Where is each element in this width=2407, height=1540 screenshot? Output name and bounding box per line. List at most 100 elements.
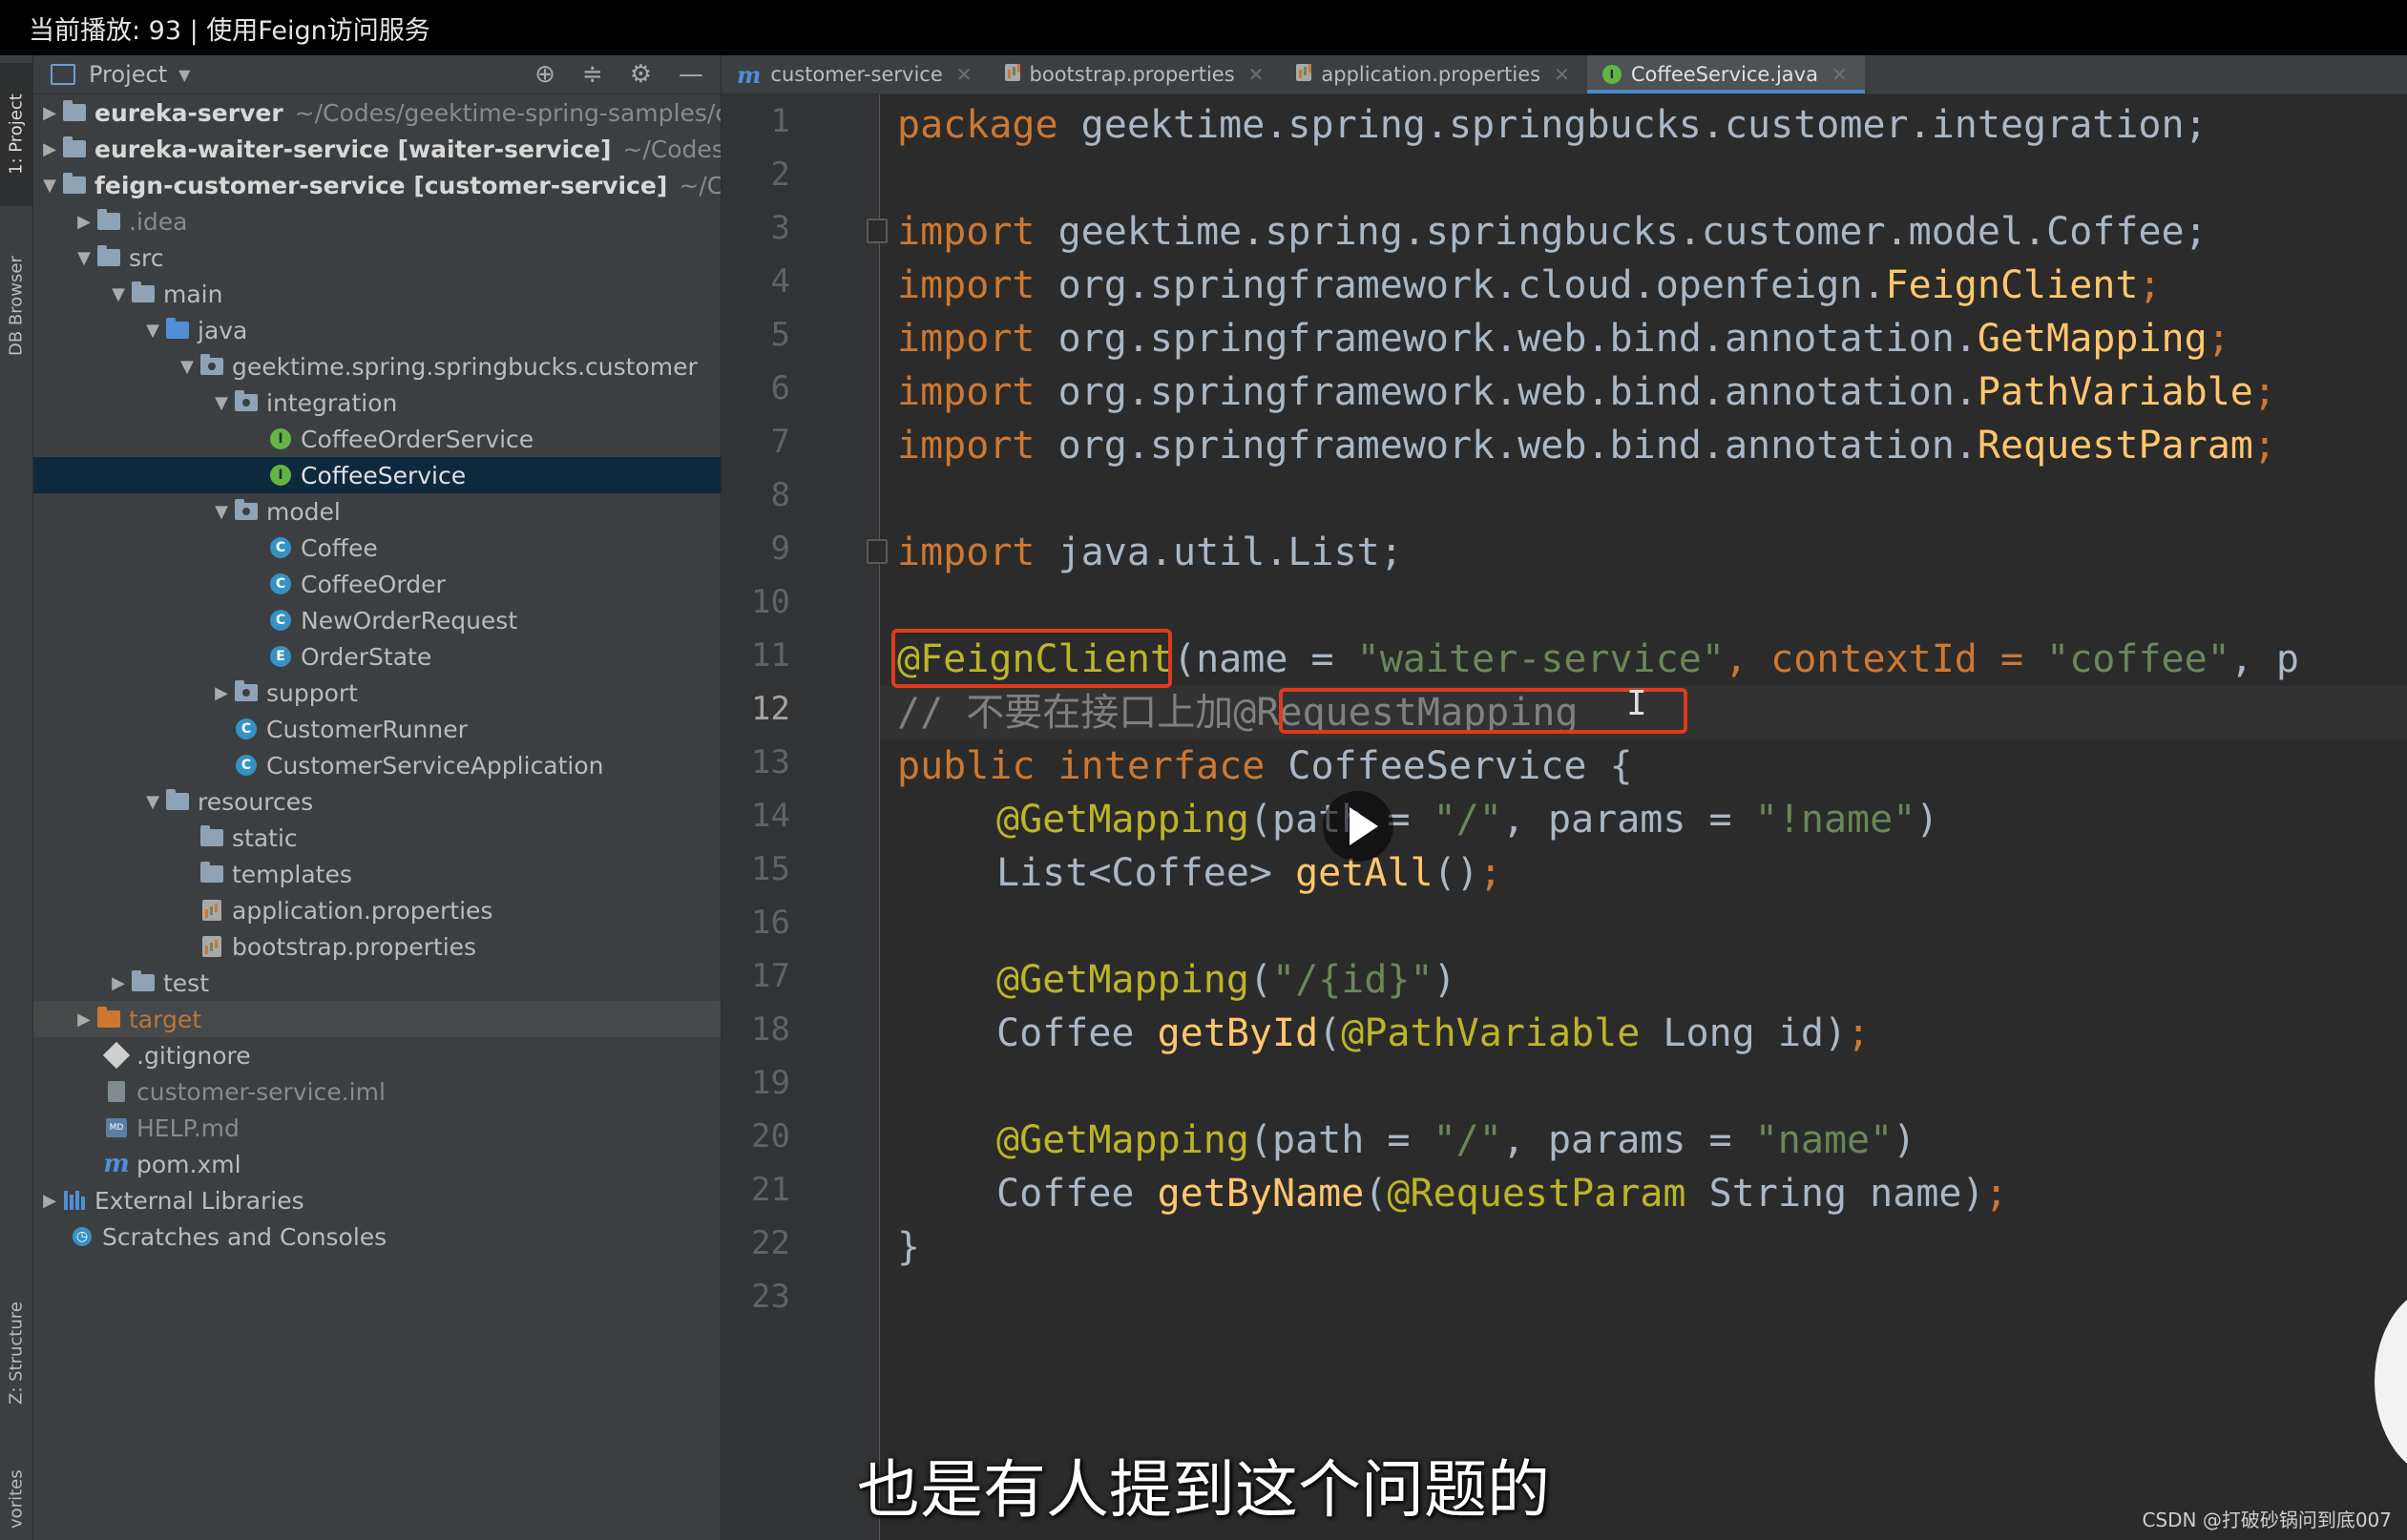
gear-icon[interactable]: ⚙ — [630, 60, 652, 89]
tree-item-label: src — [129, 243, 164, 272]
spring-class-icon: C — [234, 755, 259, 776]
maven-icon: m — [103, 1150, 130, 1178]
tree-item-label: OrderState — [301, 642, 432, 671]
expand-arrow-icon[interactable]: ▶ — [37, 103, 62, 123]
tree-item-integration[interactable]: ▼ integration — [33, 385, 721, 421]
excluded-folder-icon — [96, 1007, 121, 1030]
tree-item-customerrunner[interactable]: C CustomerRunner — [33, 711, 721, 747]
tab-customer-service[interactable]: m customer-service ✕ — [722, 55, 990, 94]
project-tool-tab-label: 1: Project — [6, 94, 27, 176]
libraries-icon — [62, 1190, 87, 1211]
structure-tool-tab[interactable]: Z: Structure — [0, 1267, 32, 1439]
tree-item-support[interactable]: ▶ support — [33, 675, 721, 711]
project-panel-title[interactable]: Project — [89, 61, 167, 88]
expand-arrow-icon[interactable]: ▶ — [209, 683, 234, 703]
tree-item-coffeeservice[interactable]: I CoffeeService — [33, 457, 721, 493]
tree-item-label: NewOrderRequest — [301, 606, 518, 635]
tree-item-test[interactable]: ▶ test — [33, 965, 721, 1001]
tree-item-eureka-server[interactable]: ▶ eureka-server ~/Codes/geektime-spring-… — [33, 94, 721, 131]
tree-item-label: CoffeeService — [301, 461, 467, 489]
tree-item-idea[interactable]: ▶ .idea — [33, 203, 721, 239]
tree-item-orderstate[interactable]: E OrderState — [33, 638, 721, 675]
code-line-18: Coffee getById(@PathVariable Long id); — [996, 1011, 1871, 1055]
code-editor[interactable]: 1 2 3 4 5 6 7 8 9 10 11 12 13 14 15 16 1… — [722, 94, 2407, 1540]
tree-item-gitignore[interactable]: .gitignore — [33, 1037, 721, 1073]
close-icon[interactable]: ✕ — [1248, 63, 1265, 86]
tree-item-main[interactable]: ▼ main — [33, 276, 721, 312]
highlight-box-feignclient — [891, 629, 1172, 688]
line-number: 18 — [751, 1010, 790, 1049]
structure-tool-tab-label: Z: Structure — [6, 1301, 27, 1405]
tree-item-src[interactable]: ▼ src — [33, 239, 721, 276]
tree-item-label: target — [129, 1005, 202, 1033]
line-number: 1 — [770, 102, 790, 140]
collapse-arrow-icon[interactable]: ▼ — [209, 502, 234, 522]
collapse-arrow-icon[interactable]: ▼ — [209, 393, 234, 413]
tab-coffeeservice-java[interactable]: I CoffeeService.java ✕ — [1586, 55, 1865, 94]
tree-item-scratches[interactable]: ◷ Scratches and Consoles — [33, 1218, 721, 1255]
collapse-arrow-icon[interactable]: ▼ — [106, 284, 131, 304]
expand-arrow-icon[interactable]: ▶ — [106, 973, 131, 993]
close-icon[interactable]: ✕ — [1554, 63, 1570, 86]
collapse-arrow-icon[interactable]: ▼ — [72, 248, 96, 268]
collapse-arrow-icon[interactable]: ▼ — [140, 321, 165, 341]
tree-item-label: application.properties — [232, 896, 493, 925]
left-tool-strip: 1: Project DB Browser Z: Structure vorit… — [0, 55, 33, 1540]
tree-item-label: java — [198, 316, 248, 344]
tree-item-label: model — [266, 497, 341, 526]
tree-item-application-properties[interactable]: application.properties — [33, 892, 721, 928]
text-cursor-icon: I — [1626, 684, 1647, 723]
tree-item-help-md[interactable]: MD HELP.md — [33, 1110, 721, 1146]
db-browser-tool-tab[interactable]: DB Browser — [0, 225, 32, 387]
code-line-15: List<Coffee> getAll(); — [996, 851, 1502, 895]
video-subtitle: 也是有人提到这个问题的 — [857, 1453, 1550, 1527]
tree-item-templates[interactable]: templates — [33, 856, 721, 892]
tree-item-resources[interactable]: ▼ resources — [33, 783, 721, 820]
tree-item-coffee[interactable]: C Coffee — [33, 530, 721, 566]
folder-icon — [96, 209, 121, 232]
fold-marker-icon[interactable] — [867, 219, 888, 243]
project-tool-tab[interactable]: 1: Project — [0, 63, 32, 206]
close-icon[interactable]: ✕ — [956, 63, 973, 86]
expand-arrow-icon[interactable]: ▶ — [72, 1009, 96, 1030]
expand-arrow-icon[interactable]: ▶ — [37, 139, 62, 159]
fold-marker-icon[interactable] — [867, 539, 888, 564]
tree-item-bootstrap-properties[interactable]: bootstrap.properties — [33, 928, 721, 965]
class-icon: C — [268, 573, 293, 594]
tree-item-target[interactable]: ▶ target — [33, 1001, 721, 1037]
collapse-arrow-icon[interactable]: ▼ — [175, 357, 199, 377]
tree-item-customerserviceapplication[interactable]: C CustomerServiceApplication — [33, 747, 721, 783]
tree-item-external-libraries[interactable]: ▶ External Libraries — [33, 1182, 721, 1218]
tree-item-label: CoffeeOrderService — [301, 425, 534, 453]
tree-item-eureka-waiter-service[interactable]: ▶ eureka-waiter-service [waiter-service]… — [33, 131, 721, 167]
collapse-all-icon[interactable]: ≑ — [582, 60, 603, 89]
tree-item-label: static — [232, 823, 298, 852]
video-play-button[interactable] — [1323, 791, 1393, 862]
expand-arrow-icon[interactable]: ▶ — [72, 212, 96, 232]
tree-item-iml[interactable]: customer-service.iml — [33, 1073, 721, 1110]
tab-application-properties[interactable]: application.properties ✕ — [1281, 55, 1586, 94]
expand-arrow-icon[interactable]: ▶ — [37, 1191, 62, 1211]
iml-file-icon — [104, 1081, 129, 1102]
properties-file-icon — [1004, 63, 1020, 86]
watermark: CSDN @打破砂锅问到底007 — [2142, 1509, 2392, 1531]
tree-item-feign-customer-service[interactable]: ▼ feign-customer-service [customer-servi… — [33, 167, 721, 203]
locate-icon[interactable]: ⊕ — [534, 60, 555, 89]
collapse-arrow-icon[interactable]: ▼ — [140, 792, 165, 812]
tree-item-label: resources — [198, 787, 314, 816]
collapse-arrow-icon[interactable]: ▼ — [37, 176, 62, 196]
hide-panel-icon[interactable]: — — [679, 60, 703, 89]
tree-item-coffeeorder[interactable]: C CoffeeOrder — [33, 566, 721, 602]
tree-item-pom[interactable]: m pom.xml — [33, 1146, 721, 1182]
tree-item-static[interactable]: static — [33, 820, 721, 856]
class-icon: C — [268, 537, 293, 558]
tree-item-coffeeorderservice[interactable]: I CoffeeOrderService — [33, 421, 721, 457]
tree-item-neworderrequest[interactable]: C NewOrderRequest — [33, 602, 721, 638]
tree-item-package-customer[interactable]: ▼ geektime.spring.springbucks.customer — [33, 348, 721, 385]
tree-item-model[interactable]: ▼ model — [33, 493, 721, 530]
close-icon[interactable]: ✕ — [1831, 63, 1848, 86]
chevron-down-icon[interactable]: ▼ — [178, 66, 190, 84]
play-icon — [1350, 807, 1378, 845]
tree-item-java[interactable]: ▼ java — [33, 312, 721, 348]
tab-bootstrap-properties[interactable]: bootstrap.properties ✕ — [990, 55, 1282, 94]
